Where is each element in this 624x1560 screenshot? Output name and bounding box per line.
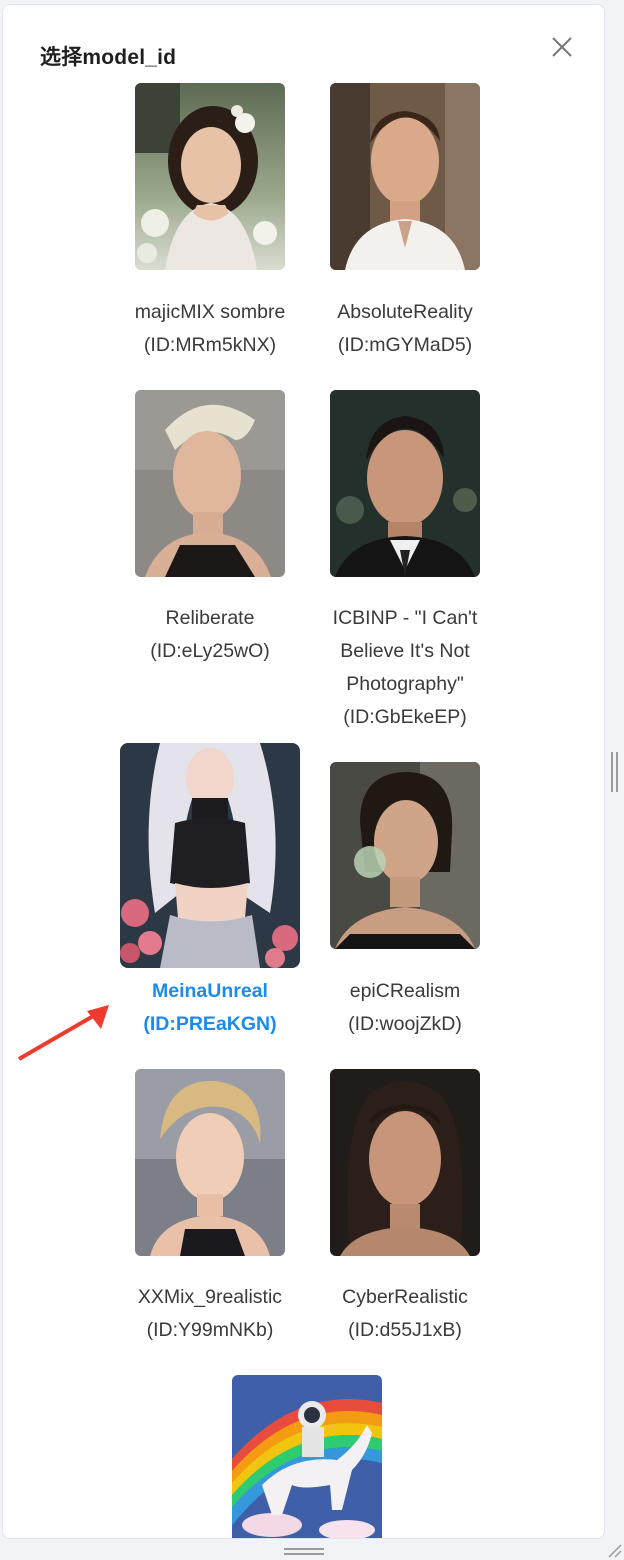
model-caption[interactable]: CyberRealistic (ID:d55J1xB) [295, 1281, 515, 1347]
model-id: (ID:eLy25wO) [150, 640, 270, 662]
model-id: (ID:GbEkeEP) [343, 706, 467, 728]
resize-corner-icon[interactable] [606, 1542, 622, 1558]
model-caption[interactable]: ICBINP - "I Can't Believe It's Not Photo… [295, 602, 515, 734]
model-name: Reliberate [165, 607, 255, 629]
model-thumbnail[interactable] [135, 1069, 285, 1256]
horizontal-resize-handle[interactable] [284, 1548, 324, 1558]
model-id: (ID:MRm5kNX) [143, 334, 277, 356]
model-thumbnail[interactable] [135, 83, 285, 270]
model-caption[interactable]: epiCRealism (ID:woojZkD) [295, 975, 515, 1041]
model-thumbnail[interactable] [330, 390, 480, 577]
vertical-resize-handle[interactable] [611, 752, 621, 792]
model-name: XXMix_9realistic [137, 1286, 283, 1308]
model-id: (ID:d55J1xB) [348, 1319, 462, 1341]
model-name-line-2: Believe It's Not [340, 640, 470, 662]
annotation-arrow-icon [17, 1005, 109, 1061]
model-name-line-3: Photography" [346, 673, 464, 695]
model-name: majicMIX sombre [134, 301, 286, 323]
model-thumbnail[interactable] [330, 1069, 480, 1256]
model-caption[interactable]: majicMIX sombre (ID:MRm5kNX) [100, 296, 320, 362]
model-thumbnail[interactable] [330, 762, 480, 949]
model-caption[interactable]: Reliberate (ID:eLy25wO) [100, 602, 320, 668]
model-caption[interactable]: AbsoluteReality (ID:mGYMaD5) [295, 296, 515, 362]
model-name: CyberRealistic [342, 1286, 468, 1308]
model-caption[interactable]: XXMix_9realistic (ID:Y99mNKb) [100, 1281, 320, 1347]
model-name-line-1: ICBINP - "I Can't [332, 607, 478, 629]
model-thumbnail[interactable] [330, 83, 480, 270]
model-caption-selected[interactable]: MeinaUnreal (ID:PREaKGN) [100, 975, 320, 1041]
model-name: AbsoluteReality [337, 301, 473, 323]
model-id: (ID:woojZkD) [348, 1013, 462, 1035]
model-grid: majicMIX sombre (ID:MRm5kNX) AbsoluteRea… [3, 5, 604, 1538]
model-select-dialog: 选择model_id majicMIX sombre (ID:MRm5kNX) … [2, 4, 605, 1539]
model-id: (ID:Y99mNKb) [146, 1319, 274, 1341]
model-thumbnail[interactable] [120, 743, 300, 968]
model-thumbnail[interactable] [135, 390, 285, 577]
model-thumbnail[interactable] [232, 1375, 382, 1538]
model-id: (ID:mGYMaD5) [337, 334, 473, 356]
model-name: epiCRealism [349, 980, 461, 1002]
model-id: (ID:PREaKGN) [143, 1013, 277, 1035]
model-name: MeinaUnreal [152, 980, 268, 1002]
